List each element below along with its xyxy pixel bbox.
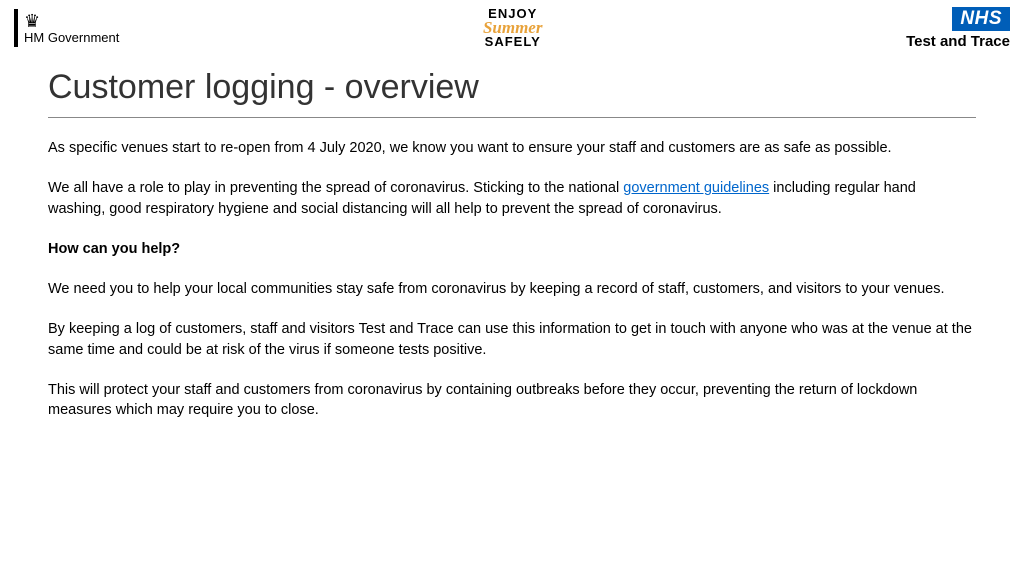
summer-line3: SAFELY — [479, 36, 547, 48]
nhs-test-trace-logo: NHS Test and Trace — [906, 7, 1010, 50]
paragraph-5: This will protect your staff and custome… — [48, 380, 976, 421]
nhs-block: NHS — [952, 7, 1010, 31]
paragraph-4: By keeping a log of customers, staff and… — [48, 319, 976, 360]
paragraph-2: We all have a role to play in preventing… — [48, 178, 976, 219]
body-content: As specific venues start to re-open from… — [0, 138, 1024, 421]
page-title: Customer logging - overview — [0, 56, 1024, 117]
hmgov-label: HM Government — [24, 30, 119, 45]
title-divider — [48, 117, 976, 118]
hmgov-bar-icon — [14, 9, 18, 47]
crown-icon: ♛ — [24, 12, 119, 30]
hmgov-text: ♛ HM Government — [24, 12, 119, 45]
enjoy-summer-safely-logo: ENJOY Summer SAFELY — [479, 8, 547, 49]
subheading: How can you help? — [48, 239, 976, 259]
p2-pre: We all have a role to play in preventing… — [48, 180, 623, 196]
nhs-sub: Test and Trace — [906, 33, 1010, 50]
header: ♛ HM Government ENJOY Summer SAFELY NHS … — [0, 0, 1024, 56]
paragraph-3: We need you to help your local communiti… — [48, 279, 976, 299]
paragraph-1: As specific venues start to re-open from… — [48, 138, 976, 158]
hm-government-logo: ♛ HM Government — [14, 9, 119, 47]
government-guidelines-link[interactable]: government guidelines — [623, 180, 769, 196]
